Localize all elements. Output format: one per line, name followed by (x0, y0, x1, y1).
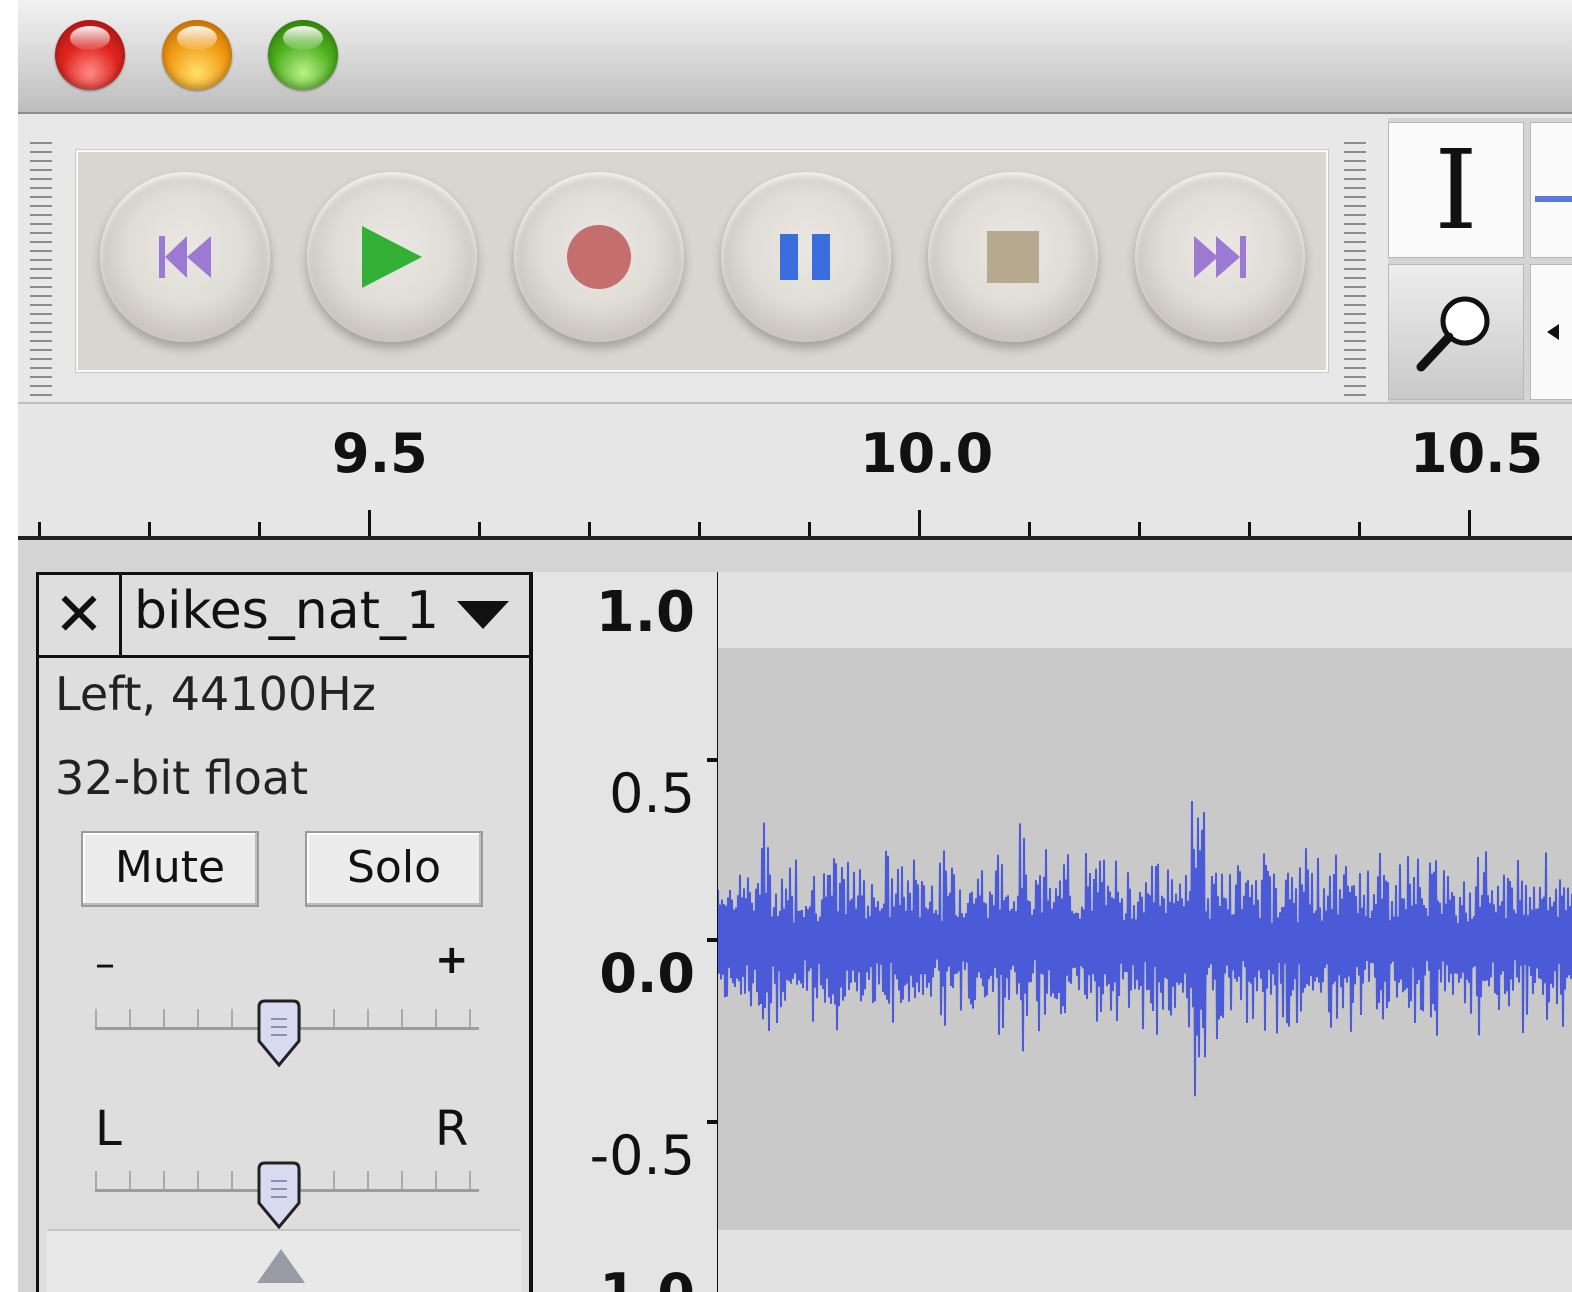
amplitude-label: -0.5 (589, 1124, 695, 1187)
close-track-button[interactable]: ✕ (39, 575, 122, 658)
amplitude-label: -1.0 (577, 1262, 695, 1292)
stop-icon (987, 231, 1039, 283)
tools-grip-icon[interactable] (1344, 142, 1366, 400)
amplitude-label: 0.5 (609, 762, 695, 825)
stop-button[interactable] (928, 172, 1098, 342)
gain-slider-thumb[interactable] (255, 999, 303, 1069)
timeline-tick (1138, 522, 1141, 536)
waveform (718, 800, 1572, 1097)
timeline-tick (368, 510, 371, 536)
selection-tool-button[interactable]: I (1388, 122, 1524, 258)
envelope-tool-button[interactable] (1530, 122, 1572, 258)
audacity-window: I 9.5 10.0 10.5 ✕ bikes_nat_1 Left, 4410… (18, 0, 1572, 1292)
timeline-tick (258, 522, 261, 536)
timeshift-tool-icon (1547, 324, 1559, 340)
timeline-tick (698, 522, 701, 536)
play-button[interactable] (307, 172, 477, 342)
zoom-tool-icon (1416, 296, 1490, 372)
timeshift-tool-button[interactable] (1530, 264, 1572, 400)
collapse-arrow-icon (257, 1249, 305, 1283)
track-info-rate: Left, 44100Hz (55, 667, 376, 721)
pan-left-label: L (95, 1101, 122, 1157)
waveform-display[interactable] (718, 572, 1572, 1292)
skip-to-end-button[interactable] (1135, 172, 1305, 342)
track-name: bikes_nat_1 (134, 581, 440, 641)
close-window-button[interactable] (55, 20, 125, 90)
timeline-tick (588, 522, 591, 536)
record-button[interactable] (514, 172, 684, 342)
pan-right-label: R (435, 1101, 469, 1157)
timeline-label: 10.0 (860, 422, 994, 485)
gain-slider[interactable] (95, 999, 479, 1068)
timeline-tick (1358, 522, 1361, 536)
timeline-tick (1468, 510, 1471, 536)
play-icon (362, 226, 422, 288)
selection-tool-icon: I (1434, 126, 1478, 254)
mute-button[interactable]: Mute (81, 831, 259, 907)
skip-to-start-button[interactable] (100, 172, 270, 342)
envelope-tool-icon (1535, 196, 1572, 202)
timeline-tick (1028, 522, 1031, 536)
amplitude-label: 0.0 (599, 942, 695, 1005)
gain-minus-label: – (95, 941, 115, 987)
timeline-tick (478, 522, 481, 536)
pause-icon (780, 234, 830, 280)
waveform-clip (718, 648, 1572, 1230)
title-bar (18, 0, 1572, 114)
tools-toolbar: I (1388, 118, 1572, 402)
zoom-tool-button[interactable] (1388, 264, 1524, 400)
track-menu-button[interactable]: bikes_nat_1 (122, 575, 529, 658)
timeline-tick (148, 522, 151, 536)
timeline-tick (38, 522, 41, 536)
pan-slider-thumb[interactable] (255, 1161, 303, 1231)
pan-slider[interactable] (95, 1161, 479, 1230)
record-icon (567, 225, 631, 289)
transport-toolbar (76, 150, 1328, 372)
collapse-track-button[interactable] (47, 1229, 521, 1292)
pause-button[interactable] (721, 172, 891, 342)
timeline-tick (1248, 522, 1251, 536)
chevron-down-icon (457, 601, 509, 629)
timeline-label: 10.5 (1410, 422, 1544, 485)
track-area: ✕ bikes_nat_1 Left, 44100Hz 32-bit float… (18, 540, 1572, 1292)
toolbar: I (18, 114, 1572, 404)
zoom-window-button[interactable] (268, 20, 338, 90)
amplitude-ruler[interactable]: 1.0 0.5 0.0 -0.5 -1.0 (530, 572, 721, 1292)
timeline-label: 9.5 (332, 422, 428, 485)
amplitude-label: 1.0 (595, 580, 695, 645)
timeline-tick (918, 510, 921, 536)
skip-end-icon (1194, 236, 1246, 278)
toolbar-grip-icon[interactable] (30, 142, 52, 400)
track-info-format: 32-bit float (55, 751, 309, 805)
solo-button[interactable]: Solo (305, 831, 483, 907)
timeline-ruler[interactable]: 9.5 10.0 10.5 (18, 404, 1572, 540)
timeline-tick (808, 522, 811, 536)
track-control-panel: ✕ bikes_nat_1 Left, 44100Hz 32-bit float… (36, 572, 532, 1292)
gain-plus-label: + (435, 937, 469, 983)
minimize-window-button[interactable] (162, 20, 232, 90)
skip-start-icon (159, 236, 211, 278)
